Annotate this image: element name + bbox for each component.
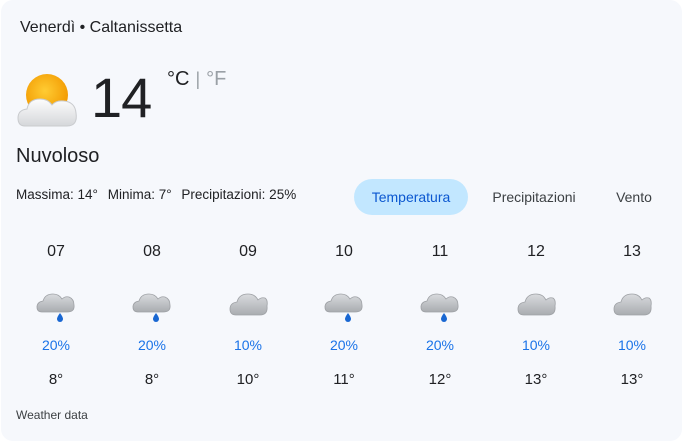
hour-precipitation: 20%: [425, 337, 455, 353]
hour-time: 10: [335, 243, 353, 260]
partly-cloudy-icon: [17, 74, 77, 127]
hour-column[interactable]: 09 10% 10°: [208, 236, 288, 396]
max-temperature: Massima: 14°: [16, 187, 98, 202]
cloud-rain-icon: [36, 293, 75, 322]
cloud-rain-icon: [132, 293, 171, 322]
hour-time: 12: [527, 243, 545, 260]
hour-time: 08: [143, 243, 161, 260]
hour-temperature: 10°: [236, 371, 260, 388]
hour-time: 13: [623, 243, 641, 260]
hour-time: 09: [239, 243, 257, 260]
current-temperature: 14: [91, 66, 152, 129]
hour-column[interactable]: 13 10% 13°: [592, 236, 672, 396]
day-location-header: Venerdì • Caltanissetta: [20, 19, 183, 36]
tab-temperature[interactable]: Temperatura: [354, 179, 468, 215]
hour-temperature: 8°: [48, 371, 64, 388]
hour-precipitation: 10%: [521, 337, 551, 353]
unit-switcher: °C | °F: [167, 68, 226, 91]
cloud-icon: [229, 293, 268, 316]
cloud-rain-icon: [324, 293, 363, 322]
cloud-rain-icon: [420, 293, 459, 322]
hour-time: 11: [431, 243, 449, 260]
hour-column[interactable]: 12 10% 13°: [496, 236, 576, 396]
cloud-icon: [517, 293, 556, 316]
tab-wind[interactable]: Vento: [600, 179, 668, 215]
hour-temperature: 11°: [333, 371, 355, 388]
hour-precipitation: 20%: [41, 337, 71, 353]
fahrenheit-toggle[interactable]: °F: [206, 68, 226, 90]
unit-separator: |: [195, 69, 201, 89]
tab-precipitation[interactable]: Precipitazioni: [476, 179, 592, 215]
weather-data-link[interactable]: Weather data: [16, 408, 88, 422]
current-condition: Nuvoloso: [16, 145, 100, 167]
hour-temperature: 13°: [524, 371, 548, 388]
hour-precipitation: 20%: [137, 337, 167, 353]
celsius-toggle[interactable]: °C: [167, 68, 189, 90]
hour-temperature: 13°: [620, 371, 644, 388]
hour-temperature: 12°: [428, 371, 452, 388]
min-temperature: Minima: 7°: [107, 187, 172, 202]
hour-column[interactable]: 07 20% 8°: [16, 236, 96, 396]
hour-temperature: 8°: [144, 371, 160, 388]
hour-precipitation: 10%: [233, 337, 263, 353]
hour-precipitation: 20%: [329, 337, 359, 353]
cloud-icon: [613, 293, 652, 316]
weather-details: Massima: 14° Minima: 7° Precipitazioni: …: [16, 187, 302, 202]
hour-column[interactable]: 10 20% 11°: [304, 236, 384, 396]
hour-time: 07: [47, 243, 65, 260]
precipitation-chance: Precipitazioni: 25%: [181, 187, 297, 202]
hour-column[interactable]: 11 20% 12°: [400, 236, 480, 396]
hour-precipitation: 10%: [617, 337, 647, 353]
hour-column[interactable]: 08 20% 8°: [112, 236, 192, 396]
weather-card: Venerdì • Caltanissetta 14 °C | °F Nuvolos…: [1, 0, 682, 441]
